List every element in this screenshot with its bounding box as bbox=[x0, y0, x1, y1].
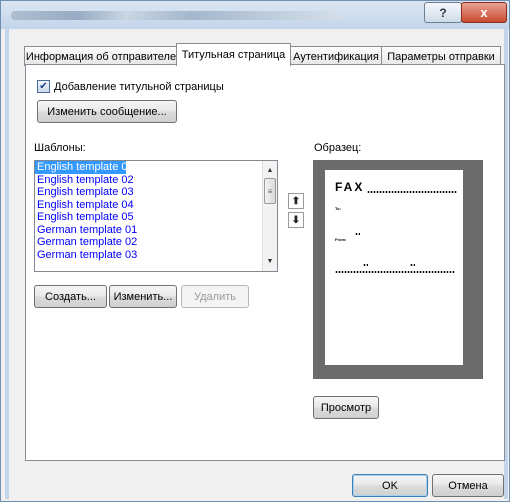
edit-template-button[interactable]: Изменить... bbox=[109, 285, 177, 308]
tab-cover-page[interactable]: Титульная страница bbox=[176, 43, 291, 66]
create-template-button[interactable]: Создать... bbox=[34, 285, 107, 308]
fax-to-label: To: bbox=[335, 206, 341, 211]
scroll-down-icon[interactable]: ▼ bbox=[263, 254, 277, 268]
scroll-up-icon[interactable]: ▲ bbox=[263, 163, 277, 177]
scroll-thumb[interactable]: ≡ bbox=[264, 178, 276, 204]
title-bar: ? x bbox=[1, 1, 509, 29]
delete-template-button[interactable]: Удалить bbox=[181, 285, 249, 308]
ok-button[interactable]: OK bbox=[352, 474, 428, 497]
preview-label: Образец: bbox=[314, 142, 362, 154]
fax-field-mark bbox=[355, 233, 360, 235]
help-button[interactable]: ? bbox=[424, 2, 462, 23]
list-item[interactable]: German template 01 bbox=[35, 224, 277, 237]
list-item[interactable]: English template 05 bbox=[35, 211, 277, 224]
list-item[interactable]: English template 02 bbox=[35, 174, 277, 187]
templates-label: Шаблоны: bbox=[34, 142, 86, 154]
list-item[interactable]: English template 04 bbox=[35, 199, 277, 212]
cancel-button[interactable]: Отмена bbox=[432, 474, 504, 497]
dialog-footer bbox=[9, 465, 504, 501]
preview-area: FAX To: From: bbox=[313, 160, 483, 379]
fax-field-mark bbox=[363, 264, 368, 266]
fax-cover-preview: FAX To: From: bbox=[325, 170, 463, 365]
list-item[interactable]: German template 03 bbox=[35, 249, 277, 262]
fax-preview-title: FAX bbox=[335, 180, 365, 194]
edit-message-button[interactable]: Изменить сообщение... bbox=[37, 100, 177, 123]
add-cover-checkbox[interactable]: ✔ bbox=[37, 80, 50, 93]
up-arrow-icon: ⬆ bbox=[291, 195, 301, 207]
move-up-button[interactable]: ⬆ bbox=[288, 193, 304, 209]
fax-from-label: From: bbox=[335, 237, 347, 242]
add-cover-checkbox-row[interactable]: ✔ Добавление титульной страницы bbox=[37, 80, 224, 93]
window-frame-left bbox=[5, 29, 9, 499]
list-item[interactable]: English template 01 bbox=[35, 161, 134, 174]
fax-body-rule bbox=[335, 271, 455, 273]
window-title-blurred bbox=[11, 11, 341, 20]
close-button[interactable]: x bbox=[461, 2, 507, 23]
list-item[interactable]: German template 02 bbox=[35, 236, 277, 249]
preview-button[interactable]: Просмотр bbox=[313, 396, 379, 419]
tab-authentication[interactable]: Аутентификация bbox=[289, 46, 383, 66]
dialog-window: ? x Информация об отправителе Титульная … bbox=[0, 0, 510, 502]
fax-field-mark bbox=[410, 264, 415, 266]
add-cover-label: Добавление титульной страницы bbox=[54, 80, 224, 93]
down-arrow-icon: ⬇ bbox=[291, 214, 301, 226]
fax-title-rule bbox=[367, 191, 457, 193]
tab-sender-info[interactable]: Информация об отправителе bbox=[24, 46, 178, 66]
tab-send-settings[interactable]: Параметры отправки bbox=[381, 46, 501, 66]
templates-listbox[interactable]: English template 01 English template 02 … bbox=[34, 160, 278, 272]
list-item[interactable]: English template 03 bbox=[35, 186, 277, 199]
templates-scrollbar[interactable]: ▲ ≡ ▼ bbox=[262, 161, 277, 271]
move-down-button[interactable]: ⬇ bbox=[288, 212, 304, 228]
